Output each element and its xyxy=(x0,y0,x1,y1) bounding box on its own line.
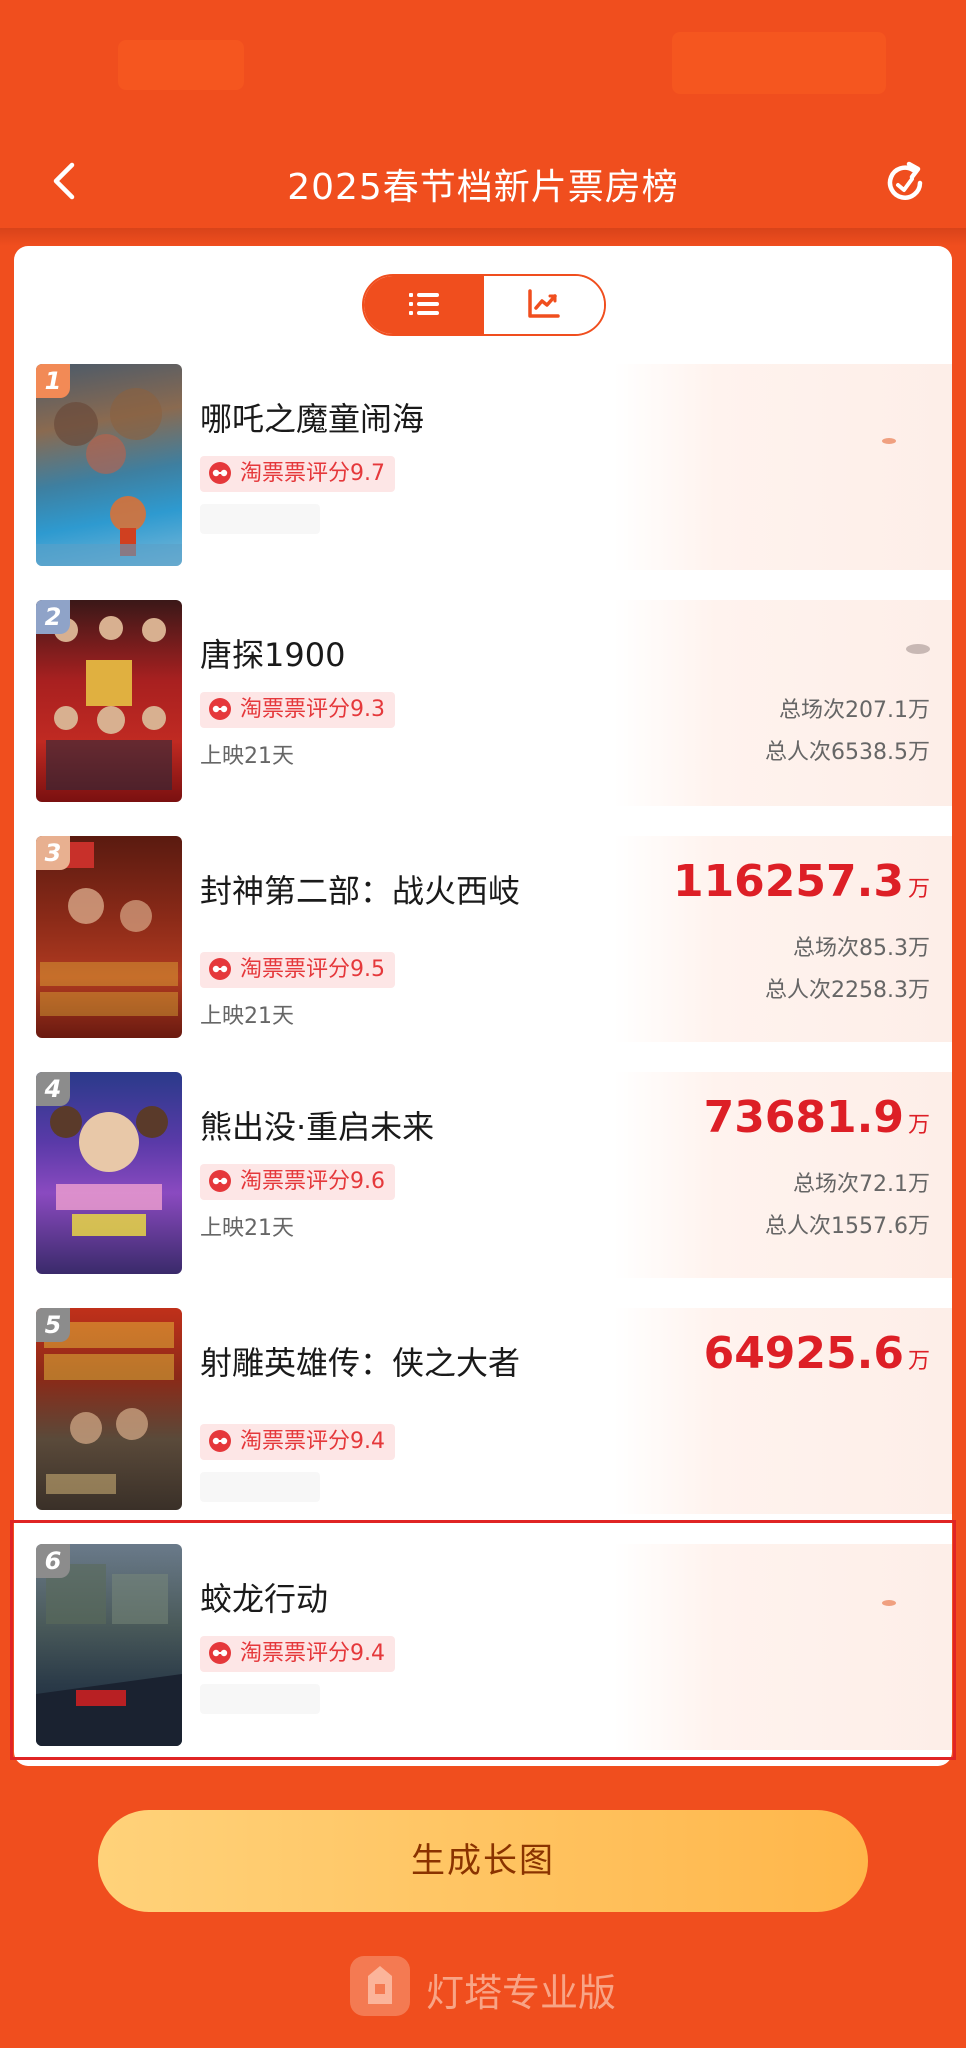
rating-badge: 淘票票评分9.6 xyxy=(200,1164,395,1200)
box-office-unit: 万 xyxy=(907,1113,930,1138)
rank-badge: 2 xyxy=(36,600,70,634)
top-nav-bar: 2025春节档新片票房榜 xyxy=(0,140,966,224)
status-bar-redacted-right xyxy=(672,32,886,94)
box-office-unit: 万 xyxy=(907,877,930,902)
header-divider xyxy=(0,228,966,246)
box-office-value: 73681.9 xyxy=(703,1092,904,1143)
rating-badge: 淘票票评分9.4 xyxy=(200,1424,395,1460)
movie-row[interactable]: 3 封神第二部：战火西岐 淘票票评分9.5 上映21天 116257.3 万 总场… xyxy=(14,836,952,1042)
rating-text: 淘票票评分9.6 xyxy=(240,1169,385,1194)
total-admissions: 总人次6538.5万 xyxy=(765,740,930,765)
redacted-text xyxy=(200,504,320,534)
generate-long-image-button[interactable]: 生成长图 xyxy=(98,1810,868,1912)
days-showing: 上映21天 xyxy=(200,1216,294,1241)
rank-badge: 3 xyxy=(36,836,70,870)
total-admissions: 总人次1557.6万 xyxy=(765,1214,930,1239)
movie-row[interactable]: 5 射雕英雄传：侠之大者 淘票票评分9.4 64925.6 万 xyxy=(14,1308,952,1514)
movie-title: 哪吒之魔童闹海 xyxy=(200,400,425,438)
box-office-total: 64925.6 万 xyxy=(704,1328,930,1379)
movie-row[interactable]: 4 熊出没·重启未来 淘票票评分9.6 上映21天 73681.9 万 总场次72… xyxy=(14,1072,952,1278)
refresh-button[interactable] xyxy=(880,158,930,208)
movie-title: 封神第二部：战火西岐 xyxy=(200,872,521,910)
rank-badge: 4 xyxy=(36,1072,70,1106)
chart-view-tab[interactable] xyxy=(484,276,604,334)
rating-badge: 淘票票评分9.3 xyxy=(200,692,395,728)
total-screenings: 总场次207.1万 xyxy=(779,698,930,723)
days-showing: 上映21天 xyxy=(200,744,294,769)
box-office-total: 116257.3 万 xyxy=(673,856,930,907)
movie-title: 唐探1900 xyxy=(200,636,346,674)
trend-chart-icon xyxy=(528,289,560,318)
rank-badge: 5 xyxy=(36,1308,70,1342)
movie-row[interactable]: 2 唐探1900 淘票票评分9.3 上映21天 总场次207.1万 总人次653… xyxy=(14,600,952,806)
redacted-mark xyxy=(906,644,930,654)
days-showing: 上映21天 xyxy=(200,1004,294,1029)
taopiaopiao-icon xyxy=(209,958,231,980)
row-highlight-bg xyxy=(614,364,952,570)
dengta-logo-icon xyxy=(350,1956,410,2016)
box-office-value: 116257.3 xyxy=(672,856,904,907)
rating-badge: 淘票票评分9.7 xyxy=(200,456,395,492)
rating-text: 淘票票评分9.3 xyxy=(240,697,385,722)
taopiaopiao-icon xyxy=(209,698,231,720)
redacted-text xyxy=(200,1472,320,1502)
rank-badge: 1 xyxy=(36,364,70,398)
movie-title: 熊出没·重启未来 xyxy=(200,1108,435,1146)
rating-text: 淘票票评分9.4 xyxy=(240,1429,385,1454)
rating-text: 淘票票评分9.7 xyxy=(240,461,385,486)
list-icon xyxy=(409,293,439,315)
brand-name: 灯塔专业版 xyxy=(426,1971,617,2015)
movie-title: 射雕英雄传：侠之大者 xyxy=(200,1344,521,1382)
total-admissions: 总人次2258.3万 xyxy=(765,978,930,1003)
status-bar-redacted-left xyxy=(118,40,244,90)
box-office-value: 64925.6 xyxy=(703,1328,904,1379)
view-toggle xyxy=(362,274,606,336)
total-screenings: 总场次85.3万 xyxy=(793,936,930,961)
box-office-total: 73681.9 万 xyxy=(704,1092,930,1143)
movie-row[interactable]: 1 哪吒之魔童闹海 淘票票评分9.7 xyxy=(14,364,952,570)
selection-highlight-frame xyxy=(10,1520,956,1760)
refresh-icon xyxy=(887,161,923,200)
rating-text: 淘票票评分9.5 xyxy=(240,957,385,982)
redacted-mark xyxy=(882,438,896,444)
taopiaopiao-icon xyxy=(209,462,231,484)
total-screenings: 总场次72.1万 xyxy=(793,1172,930,1197)
rating-badge: 淘票票评分9.5 xyxy=(200,952,395,988)
box-office-unit: 万 xyxy=(907,1349,930,1374)
list-view-tab[interactable] xyxy=(364,276,484,334)
page-title: 2025春节档新片票房榜 xyxy=(287,167,679,208)
taopiaopiao-icon xyxy=(209,1170,231,1192)
taopiaopiao-icon xyxy=(209,1430,231,1452)
